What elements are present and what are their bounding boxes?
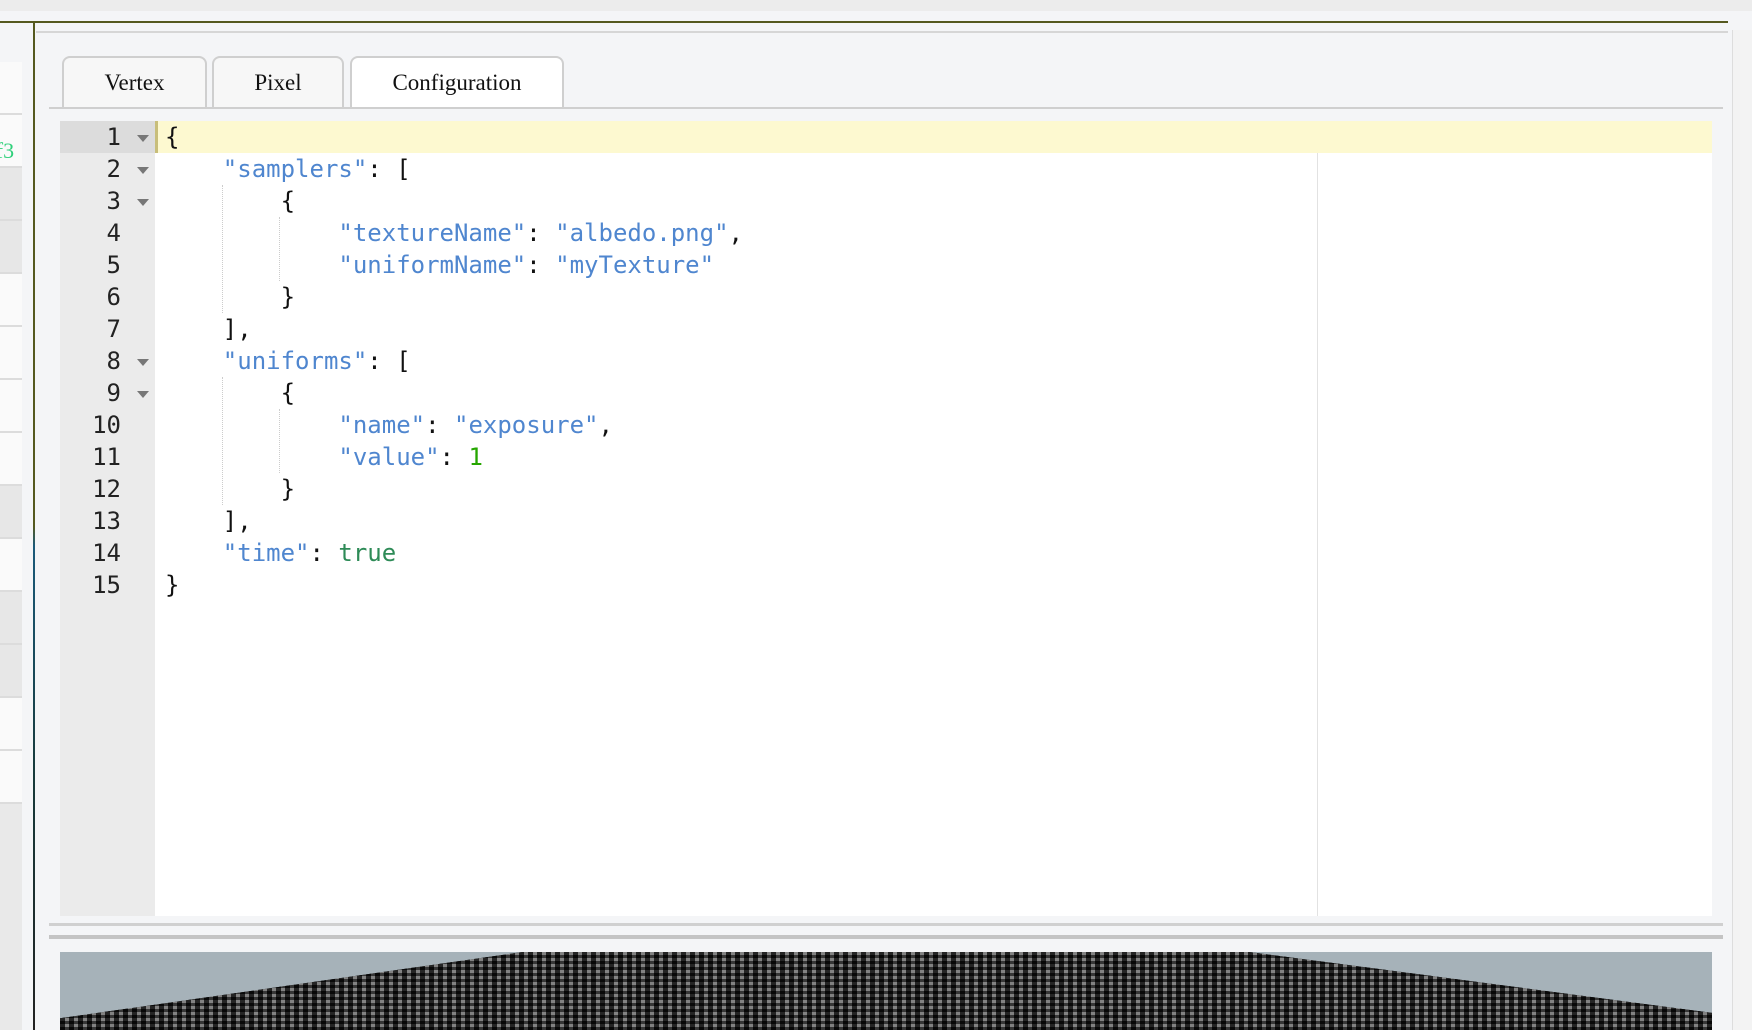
code-line: }	[165, 571, 180, 599]
sidebar	[0, 62, 22, 1030]
code-editor[interactable]: 1 2 3 4 5 6 7 8 9 10 11 12 13 14 15 { "s…	[60, 121, 1712, 916]
sidebar-partial-text: ef3	[0, 138, 15, 163]
line-gutter: 1 2 3 4 5 6 7 8 9 10 11 12 13 14 15	[60, 121, 155, 916]
line-number: 7	[106, 315, 121, 343]
fold-arrow-icon[interactable]	[137, 359, 149, 366]
code-line: }	[280, 283, 296, 311]
top-bar	[0, 0, 1752, 11]
line-number: 13	[92, 507, 121, 535]
divider	[0, 21, 1728, 23]
line-number: 5	[106, 251, 121, 279]
sidebar-item[interactable]	[0, 62, 22, 115]
tab-vertex[interactable]: Vertex	[62, 56, 207, 108]
line-number: 15	[92, 571, 121, 599]
code-line: }	[280, 475, 296, 503]
sidebar-item[interactable]	[0, 486, 22, 539]
checkered-floor-shading	[60, 952, 1712, 1030]
preview-canvas[interactable]	[60, 952, 1712, 1030]
sidebar-item[interactable]	[0, 592, 22, 645]
line-number: 8	[60, 345, 155, 377]
code-line: {	[280, 187, 296, 215]
sidebar-item[interactable]	[0, 380, 22, 433]
code-line: {	[155, 121, 1712, 153]
fold-arrow-icon[interactable]	[137, 167, 149, 174]
code-line: "time": true	[222, 539, 397, 567]
fold-arrow-icon[interactable]	[137, 391, 149, 398]
sidebar-item[interactable]	[0, 327, 22, 380]
panel-splitter[interactable]	[49, 935, 1723, 939]
line-number: 11	[92, 443, 121, 471]
line-number: 12	[92, 475, 121, 503]
line-number: 6	[106, 283, 121, 311]
code-line: "textureName": "albedo.png",	[338, 219, 743, 247]
sidebar-item[interactable]	[0, 221, 22, 274]
line-number: 9	[60, 377, 155, 409]
code-line: "value": 1	[338, 443, 483, 471]
tab-pixel[interactable]: Pixel	[212, 56, 344, 108]
line-number: 10	[92, 411, 121, 439]
line-number: 1	[60, 121, 155, 153]
sidebar-item[interactable]	[0, 539, 22, 592]
tab-configuration[interactable]: Configuration	[350, 56, 564, 110]
fold-arrow-icon[interactable]	[137, 135, 149, 142]
sidebar-item[interactable]	[0, 751, 22, 804]
line-number: 3	[60, 185, 155, 217]
sidebar-item[interactable]	[0, 645, 22, 698]
scrollbar[interactable]	[1732, 30, 1752, 1030]
code-line: ],	[222, 315, 252, 343]
editor-panel: 1 2 3 4 5 6 7 8 9 10 11 12 13 14 15 { "s…	[49, 107, 1723, 926]
line-number: 14	[92, 539, 121, 567]
code-line: ],	[222, 507, 252, 535]
code-line: "name": "exposure",	[338, 411, 613, 439]
sidebar-item[interactable]	[0, 698, 22, 751]
sidebar-item[interactable]	[0, 168, 22, 221]
line-number: 4	[106, 219, 121, 247]
code-line: {	[280, 379, 296, 407]
divider	[36, 31, 1728, 33]
sidebar-item[interactable]	[0, 274, 22, 327]
code-line: "samplers": [	[222, 155, 411, 183]
code-line: "uniformName": "myTexture"	[338, 251, 715, 279]
code-lines[interactable]: { "samplers": [ { "textureName": "albedo…	[155, 121, 1712, 601]
splitter[interactable]	[33, 22, 35, 1030]
fold-arrow-icon[interactable]	[137, 199, 149, 206]
sidebar-item[interactable]	[0, 433, 22, 486]
code-line: "uniforms": [	[222, 347, 411, 375]
line-number: 2	[60, 153, 155, 185]
